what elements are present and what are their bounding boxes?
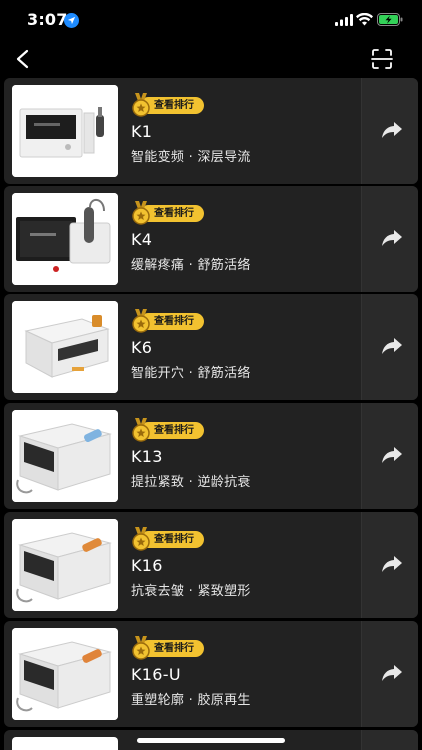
product-model-name: K6 [131, 338, 153, 357]
share-arrow-icon [382, 338, 402, 354]
medal-icon [132, 527, 150, 551]
share-arrow-icon [382, 665, 402, 681]
product-image-k16-u [12, 628, 118, 720]
battery-charging-icon [377, 13, 403, 26]
product-model-name: K1 [131, 122, 153, 141]
share-button[interactable] [361, 512, 418, 618]
product-image-k13 [12, 410, 118, 502]
share-button[interactable] [361, 730, 418, 750]
product-card-k16-u[interactable]: 查看排行 K16-U 重塑轮廓 · 胶原再生 [4, 621, 418, 727]
product-model-name: K4 [131, 230, 153, 249]
share-button[interactable] [361, 294, 418, 400]
product-image-partial [12, 737, 118, 750]
status-time: 3:07 [27, 10, 68, 29]
medal-icon [132, 93, 150, 117]
cellular-signal-icon [335, 14, 353, 26]
product-model-name: K16-U [131, 665, 181, 684]
home-indicator [137, 738, 285, 743]
product-card-k16[interactable]: 查看排行 K16 抗衰去皱 · 紧致塑形 [4, 512, 418, 618]
product-features: 智能开穴 · 舒筋活络 [131, 366, 251, 381]
share-button[interactable] [361, 78, 418, 184]
product-list-screen: 3:07 查看排行 K1 智能变频 · 深层导流 查看排行 K4 缓解疼痛 · … [0, 0, 422, 750]
product-card-k6[interactable]: 查看排行 K6 智能开穴 · 舒筋活络 [4, 294, 418, 400]
product-image-k6 [12, 301, 118, 393]
product-features: 缓解疼痛 · 舒筋活络 [131, 258, 251, 273]
navigation-bar [0, 42, 422, 76]
back-chevron-icon[interactable] [13, 48, 33, 70]
status-bar: 3:07 [0, 0, 422, 42]
medal-icon [132, 636, 150, 660]
share-arrow-icon [382, 230, 402, 246]
medal-icon [132, 309, 150, 333]
wifi-icon [356, 13, 373, 26]
product-card-k1[interactable]: 查看排行 K1 智能变频 · 深层导流 [4, 78, 418, 184]
product-image-k4 [12, 193, 118, 285]
product-card-k4[interactable]: 查看排行 K4 缓解疼痛 · 舒筋活络 [4, 186, 418, 292]
medal-icon [132, 201, 150, 225]
product-features: 重塑轮廓 · 胶原再生 [131, 693, 251, 708]
scan-icon[interactable] [371, 48, 393, 70]
share-arrow-icon [382, 122, 402, 138]
product-image-k16 [12, 519, 118, 611]
product-features: 智能变频 · 深层导流 [131, 150, 251, 165]
product-image-k1 [12, 85, 118, 177]
location-arrow-icon [64, 13, 79, 28]
share-button[interactable] [361, 403, 418, 509]
product-model-name: K13 [131, 447, 163, 466]
product-features: 提拉紧致 · 逆龄抗衰 [131, 475, 251, 490]
share-button[interactable] [361, 186, 418, 292]
product-card-k13[interactable]: 查看排行 K13 提拉紧致 · 逆龄抗衰 [4, 403, 418, 509]
share-button[interactable] [361, 621, 418, 727]
share-arrow-icon [382, 556, 402, 572]
product-features: 抗衰去皱 · 紧致塑形 [131, 584, 251, 599]
share-arrow-icon [382, 447, 402, 463]
medal-icon [132, 418, 150, 442]
product-model-name: K16 [131, 556, 163, 575]
